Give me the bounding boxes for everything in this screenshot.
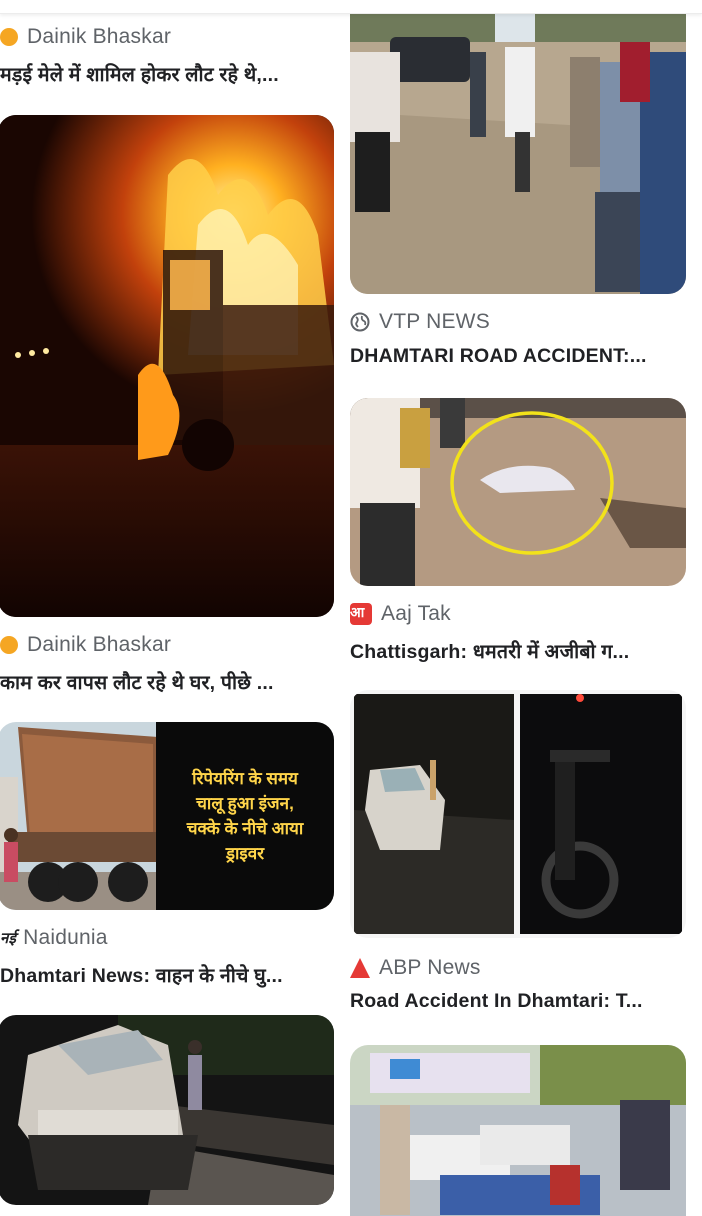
hospital-ward-image (350, 1045, 686, 1216)
dot-icon (0, 636, 18, 654)
news-card-aaj-tak[interactable]: आ Aaj Tak Chattisgarh: धमतरी में अजीबो ग… (350, 398, 690, 668)
covered-body-image (350, 398, 686, 586)
burning-truck-image (0, 115, 334, 617)
news-card-right-4[interactable] (350, 1045, 690, 1216)
globe-icon (350, 312, 370, 332)
headline: Chattisgarh: धमतरी में अजीबो ग... (350, 641, 630, 663)
source-name: VTP NEWS (379, 310, 490, 333)
headline: Road Accident In Dhamtari: T... (350, 990, 643, 1012)
news-card-dainik-bhaskar-1[interactable]: Dainik Bhaskar मड़ई मेले में शामिल होकर … (0, 0, 340, 100)
headline: DHAMTARI ROAD ACCIDENT:... (350, 345, 647, 367)
aaj-tak-logo-icon: आ (350, 603, 372, 625)
source-label: Dainik Bhaskar (0, 633, 171, 657)
image-caption-overlay: रिपेयरिंग के समय चालू हुआ इंजन, चक्के के… (156, 722, 334, 910)
source-label: आ Aaj Tak (350, 602, 451, 626)
headline: Dhamtari News: वाहन के नीचे घु... (0, 965, 283, 987)
source-label: Dainik Bhaskar (0, 25, 171, 49)
crowd-on-road-image (350, 0, 686, 294)
news-card-naidunia[interactable]: रिपेयरिंग के समय चालू हुआ इंजन, चक्के के… (0, 722, 340, 992)
source-name: Dainik Bhaskar (27, 25, 172, 48)
source-name: ABP News (379, 956, 481, 979)
top-bar (0, 0, 702, 14)
dot-icon (0, 28, 18, 46)
dump-truck-image: रिपेयरिंग के समय चालू हुआ इंजन, चक्के के… (0, 722, 334, 910)
abp-logo-icon (350, 958, 370, 978)
crashed-car-image (0, 1015, 334, 1205)
news-card-vtp-news[interactable]: VTP NEWS DHAMTARI ROAD ACCIDENT:... (350, 0, 690, 380)
source-name: Dainik Bhaskar (27, 633, 172, 656)
news-card-dainik-bhaskar-2[interactable]: Dainik Bhaskar काम कर वापस लौट रहे थे घर… (0, 114, 340, 694)
source-label: VTP NEWS (350, 310, 490, 334)
naidunia-logo-icon: नई (0, 930, 17, 947)
source-label: ABP News (350, 956, 481, 980)
news-card-left-4[interactable] (0, 1014, 340, 1216)
source-name: Naidunia (23, 926, 108, 949)
news-card-abp-news[interactable]: ABP News Road Accident In Dhamtari: T... (350, 690, 690, 1020)
headline: मड़ई मेले में शामिल होकर लौट रहे थे,... (0, 64, 279, 86)
night-accident-collage-image (350, 690, 686, 938)
headline: काम कर वापस लौट रहे थे घर, पीछे ... (0, 672, 274, 694)
source-label: नई Naidunia (0, 926, 108, 950)
image-caption: रिपेयरिंग के समय चालू हुआ इंजन, चक्के के… (186, 769, 304, 863)
source-name: Aaj Tak (381, 602, 451, 625)
